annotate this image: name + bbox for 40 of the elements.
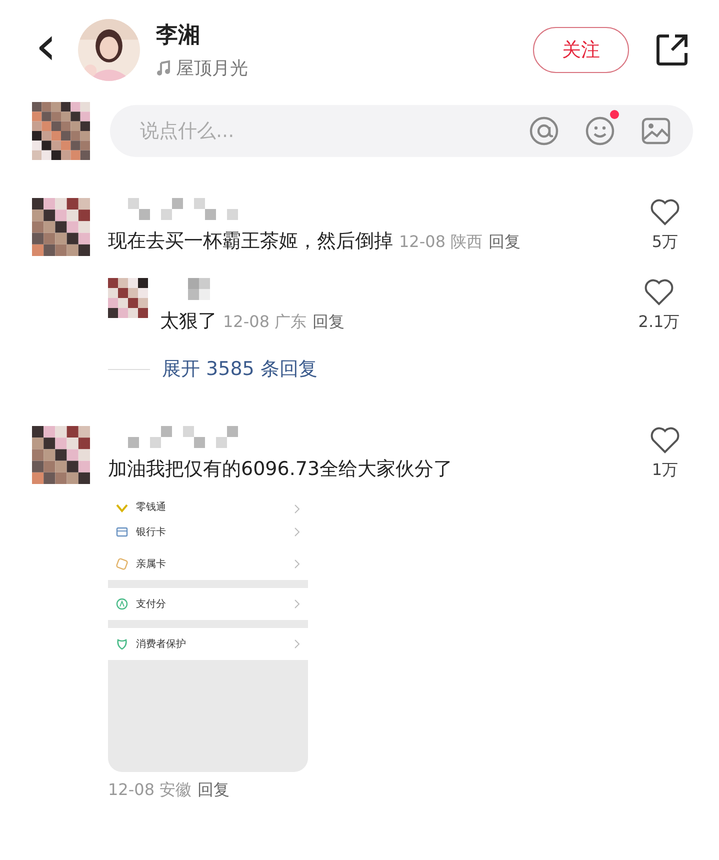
like-count: 1万 [652, 460, 678, 481]
badge-icon [116, 598, 128, 610]
like-count: 5万 [652, 232, 678, 253]
comment-text: 加油我把仅有的6096.73全给大家伙分了 [108, 457, 453, 482]
share-icon[interactable] [655, 33, 689, 67]
menu-label: 消费者保护 [136, 638, 187, 651]
reply-link[interactable]: 回复 [312, 312, 345, 333]
chevron-icon [294, 639, 300, 649]
music-note-icon [156, 60, 172, 76]
comment-text: 现在去买一杯霸王茶姬，然后倒掉 [108, 229, 393, 254]
song-title[interactable]: 屋顶月光 [176, 56, 248, 80]
back-button[interactable]: ‹ [26, 19, 66, 81]
mention-icon[interactable] [529, 116, 559, 146]
follow-button[interactable]: 关注 [533, 27, 629, 73]
menu-label: 零钱通 [136, 500, 167, 514]
heart-icon[interactable] [650, 198, 680, 226]
menu-label: 银行卡 [136, 526, 167, 539]
comment-input[interactable]: 说点什么... [138, 119, 503, 143]
chevron-icon [294, 504, 300, 514]
image-icon[interactable] [641, 116, 671, 146]
comment-date: 12-08 陕西 [399, 232, 483, 253]
menu-label: 支付分 [136, 598, 167, 611]
chevron-icon [294, 599, 300, 609]
reply-link[interactable]: 回复 [488, 232, 521, 253]
menu-label: 亲属卡 [136, 558, 167, 571]
heart-icon[interactable] [650, 426, 680, 454]
reply-date: 12-08 广东 [223, 312, 307, 333]
reply-link[interactable]: 回复 [198, 780, 230, 801]
reply-text: 太狠了 [160, 309, 217, 334]
author-name: 李湘 [156, 22, 201, 50]
emoji-icon[interactable] [585, 116, 615, 146]
chevron-icon [294, 559, 300, 569]
shield-icon [116, 638, 128, 650]
comment-date: 12-08 安徽 [108, 780, 192, 801]
chevron-icon [294, 527, 300, 537]
comment-field[interactable]: 说点什么... [110, 105, 693, 157]
heart-icon[interactable] [644, 278, 674, 306]
expand-replies-link[interactable]: 展开 3585 条回复 [162, 356, 318, 382]
like-count: 2.1万 [638, 312, 680, 333]
card-icon [116, 526, 128, 538]
